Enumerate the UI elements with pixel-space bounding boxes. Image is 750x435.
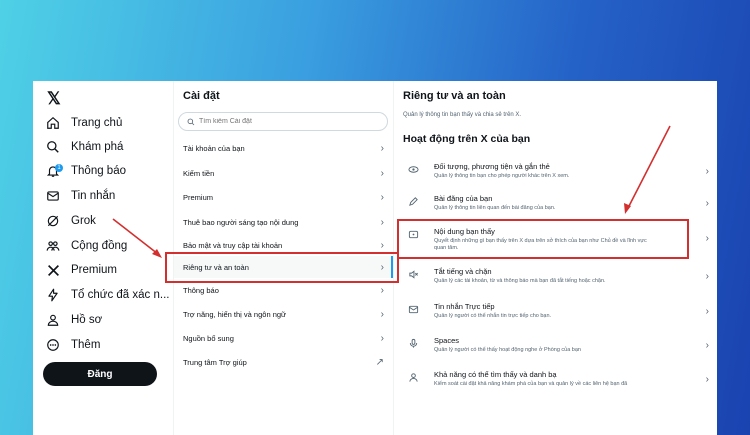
arrow-to-content (627, 125, 671, 209)
annotation-arrows (112, 125, 671, 258)
arrow-to-privacy (112, 218, 159, 255)
